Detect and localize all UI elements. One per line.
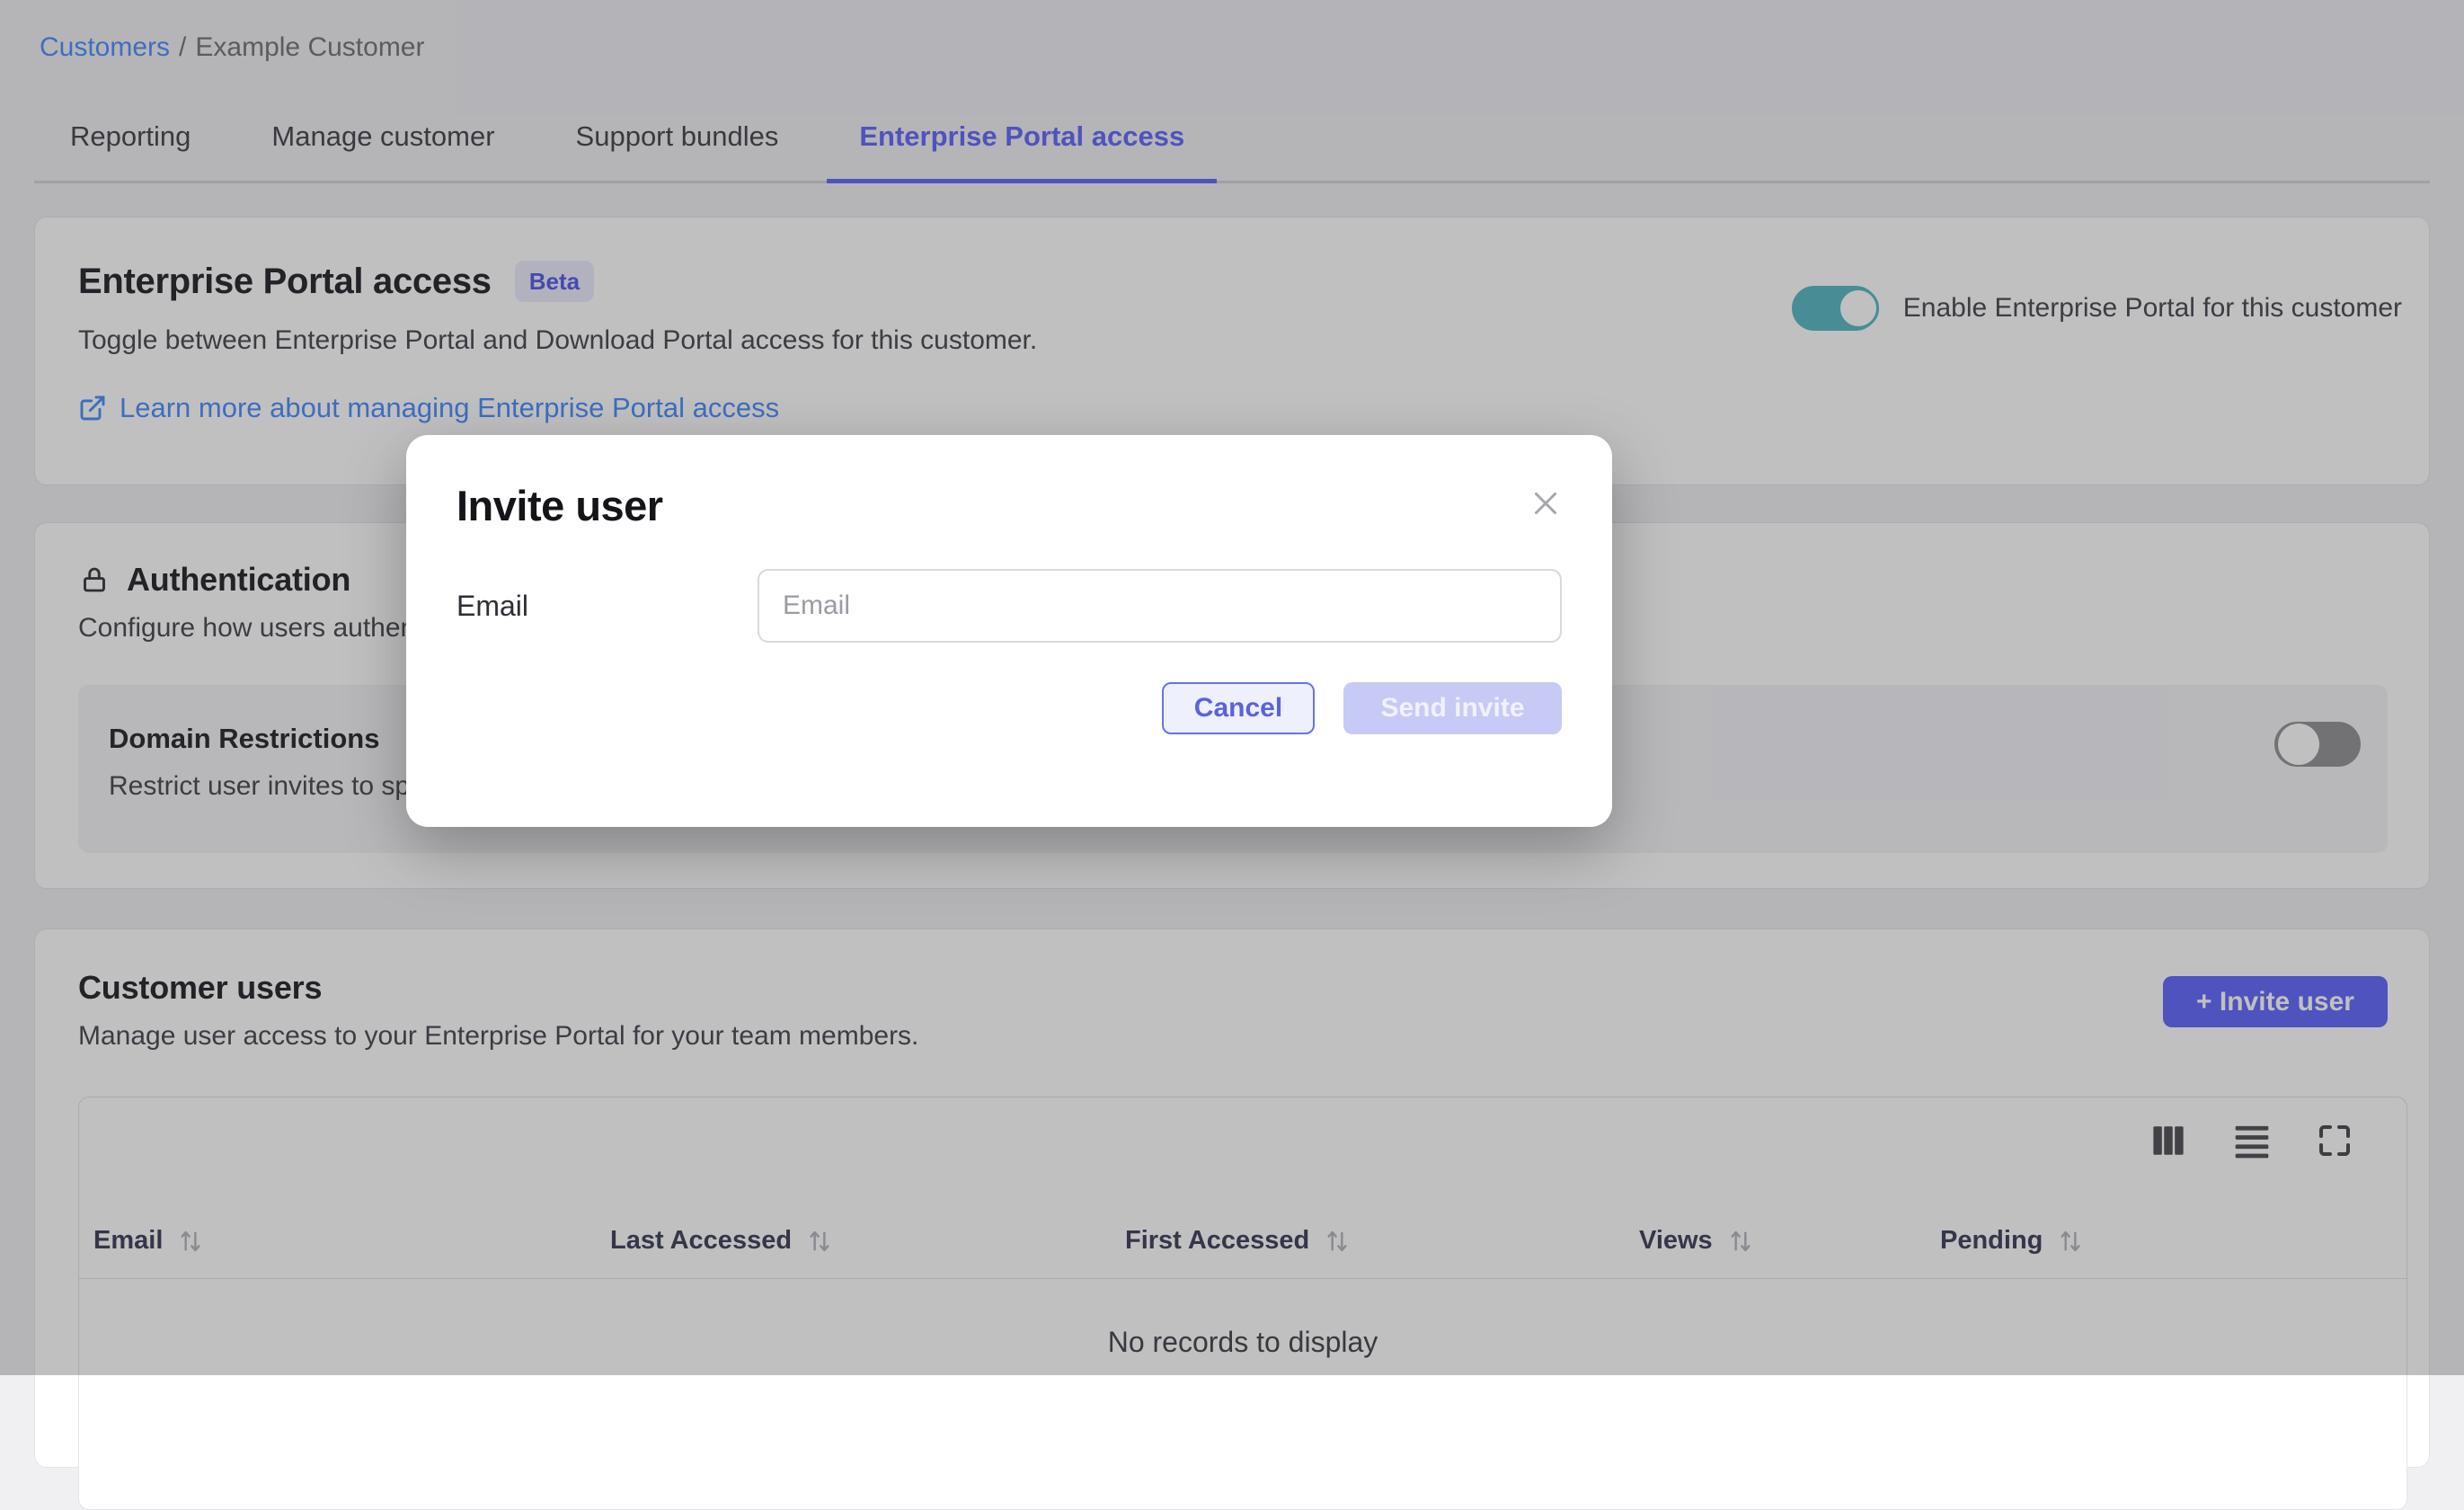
invite-user-modal: Invite user Email Cancel Send invite (406, 435, 1612, 827)
send-invite-button[interactable]: Send invite (1343, 682, 1562, 734)
close-icon[interactable] (1529, 487, 1562, 520)
email-label: Email (456, 590, 758, 623)
cancel-button[interactable]: Cancel (1162, 682, 1315, 734)
modal-title: Invite user (456, 480, 663, 532)
email-input[interactable] (758, 569, 1562, 643)
